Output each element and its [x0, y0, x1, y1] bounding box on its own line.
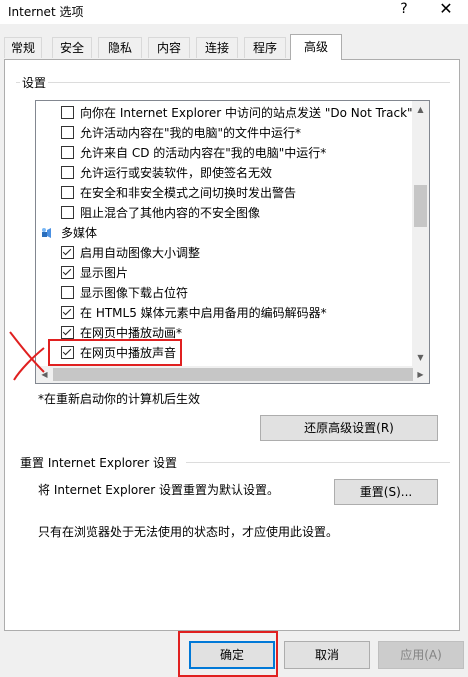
setting-row[interactable]: 显示图像下载占位符 — [36, 283, 414, 303]
tab-programs[interactable]: 程序 — [244, 37, 286, 58]
tab-security[interactable]: 安全 — [52, 37, 92, 58]
reset-note: 只有在浏览器处于无法使用的状态时，才应使用此设置。 — [38, 525, 339, 539]
scroll-right-icon[interactable]: ▶ — [412, 366, 429, 383]
setting-label: 向你在 Internet Explorer 中访问的站点发送 "Do Not T… — [80, 106, 413, 120]
tab-privacy[interactable]: 隐私 — [98, 37, 142, 58]
reset-section-divider — [186, 462, 450, 463]
vertical-scrollbar[interactable]: ▲ ▼ — [412, 101, 429, 383]
horizontal-scrollbar[interactable]: ◀ ▶ — [36, 366, 429, 383]
setting-label: 在 HTML5 媒体元素中启用备用的编码解码器* — [80, 306, 327, 320]
vertical-scroll-thumb[interactable] — [414, 185, 427, 227]
setting-row[interactable]: 允许活动内容在"我的电脑"的文件中运行* — [36, 123, 414, 143]
setting-row[interactable]: 在网页中播放动画* — [36, 323, 414, 343]
settings-group-divider — [16, 82, 450, 83]
restore-advanced-settings-button[interactable]: 还原高级设置(R) — [260, 415, 438, 441]
setting-label: 在安全和非安全模式之间切换时发出警告 — [80, 186, 297, 200]
scroll-left-icon[interactable]: ◀ — [36, 366, 53, 383]
category-multimedia: 多媒体 — [36, 223, 414, 243]
reset-section-title: 重置 Internet Explorer 设置 — [20, 456, 178, 470]
reset-button[interactable]: 重置(S)... — [334, 479, 438, 505]
setting-checkbox[interactable] — [61, 186, 74, 199]
setting-checkbox[interactable] — [61, 326, 74, 339]
setting-checkbox[interactable] — [61, 146, 74, 159]
setting-label: 允许活动内容在"我的电脑"的文件中运行* — [80, 126, 302, 140]
cancel-button[interactable]: 取消 — [284, 641, 370, 669]
scroll-up-icon[interactable]: ▲ — [412, 101, 429, 118]
setting-label: 在网页中播放动画* — [80, 326, 183, 340]
tab-general[interactable]: 常规 — [4, 37, 42, 58]
setting-checkbox[interactable] — [61, 266, 74, 279]
setting-row[interactable]: 显示图片 — [36, 263, 414, 283]
setting-row[interactable]: 允许运行或安装软件，即使签名无效 — [36, 163, 414, 183]
multimedia-icon — [42, 228, 51, 238]
setting-row-play-sounds[interactable]: 在网页中播放声音 — [36, 343, 414, 363]
setting-checkbox[interactable] — [61, 306, 74, 319]
setting-label: 允许来自 CD 的活动内容在"我的电脑"中运行* — [80, 146, 327, 160]
setting-label: 显示图像下载占位符 — [80, 286, 189, 300]
horizontal-scroll-thumb[interactable] — [53, 368, 413, 381]
close-button[interactable]: ✕ — [432, 0, 460, 18]
scroll-down-icon[interactable]: ▼ — [412, 349, 429, 366]
window-title: Internet 选项 — [8, 5, 84, 19]
reset-description: 将 Internet Explorer 设置重置为默认设置。 — [38, 483, 280, 497]
setting-checkbox[interactable] — [61, 206, 74, 219]
settings-group-label: 设置 — [20, 74, 49, 91]
setting-checkbox[interactable] — [61, 246, 74, 259]
setting-label: 允许运行或安装软件，即使签名无效 — [80, 166, 273, 180]
tab-advanced[interactable]: 高级 — [290, 34, 342, 60]
settings-tree[interactable]: 向你在 Internet Explorer 中访问的站点发送 "Do Not T… — [35, 100, 430, 384]
title-bar: Internet 选项 ? ✕ — [0, 0, 468, 24]
ok-button[interactable]: 确定 — [189, 641, 275, 669]
setting-row[interactable]: 在安全和非安全模式之间切换时发出警告 — [36, 183, 414, 203]
setting-row[interactable]: 向你在 Internet Explorer 中访问的站点发送 "Do Not T… — [36, 103, 414, 123]
tab-connections[interactable]: 连接 — [196, 37, 238, 58]
setting-label: 显示图片 — [80, 266, 129, 280]
setting-checkbox[interactable] — [61, 346, 74, 359]
setting-checkbox[interactable] — [61, 106, 74, 119]
setting-label: 阻止混合了其他内容的不安全图像 — [80, 206, 261, 220]
setting-row[interactable]: 允许来自 CD 的活动内容在"我的电脑"中运行* — [36, 143, 414, 163]
help-button[interactable]: ? — [396, 1, 412, 17]
apply-button[interactable]: 应用(A) — [378, 641, 464, 669]
setting-row[interactable]: 阻止混合了其他内容的不安全图像 — [36, 203, 414, 223]
setting-row[interactable]: 启用自动图像大小调整 — [36, 243, 414, 263]
setting-row[interactable]: 在 HTML5 媒体元素中启用备用的编码解码器* — [36, 303, 414, 323]
setting-label: 启用自动图像大小调整 — [80, 246, 201, 260]
setting-checkbox[interactable] — [61, 166, 74, 179]
setting-label: 在网页中播放声音 — [80, 346, 177, 360]
setting-checkbox[interactable] — [61, 286, 74, 299]
setting-checkbox[interactable] — [61, 126, 74, 139]
restart-note: *在重新启动你的计算机后生效 — [38, 392, 201, 406]
category-label: 多媒体 — [61, 226, 98, 240]
tab-content[interactable]: 内容 — [148, 37, 190, 58]
